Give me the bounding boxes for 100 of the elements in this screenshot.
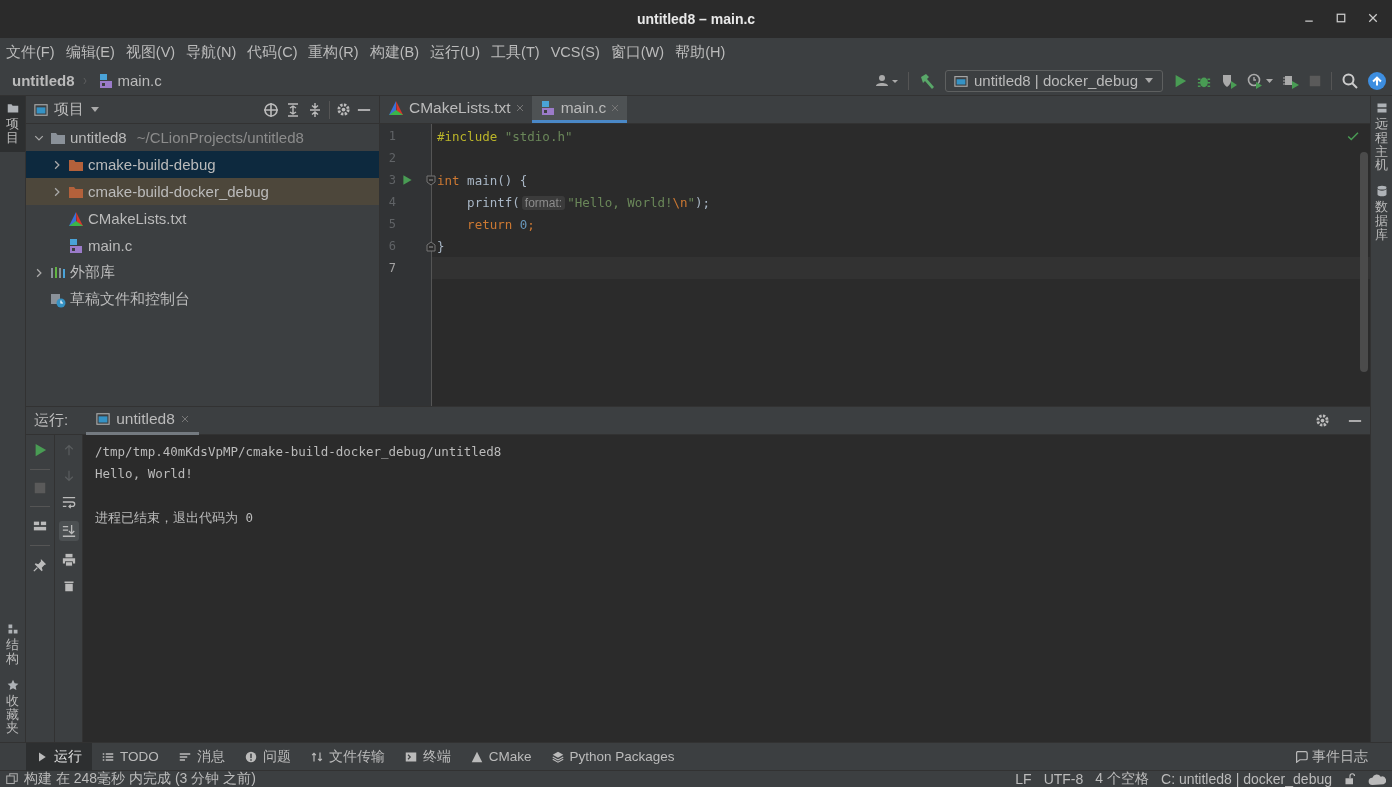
code-line: #include "stdio.h" [437,128,573,144]
tree-item[interactable]: cmake-build-debug [26,151,379,178]
cmake-icon [68,210,84,227]
soft-wrap-icon[interactable] [61,495,76,509]
console-line: 进程已结束，退出代码为 0 [95,509,255,527]
breadcrumb-item[interactable]: main.c [117,72,162,89]
print-icon[interactable] [61,553,76,567]
scratch-file-icon [50,291,66,308]
window-icon [6,773,18,785]
close-icon[interactable] [1368,13,1378,23]
tool-window-button[interactable]: 项目 [0,96,25,152]
menu-item[interactable]: VCS(S) [550,44,600,60]
menu-item[interactable]: 视图(V) [125,42,176,62]
trash-icon[interactable] [62,579,75,593]
cloud-gear-icon [1368,772,1386,786]
tool-window-tab[interactable]: 终端 [394,742,461,771]
tree-item[interactable]: untitled8 ~/CLionProjects/untitled8 [26,124,379,151]
fold-start-icon[interactable] [426,175,436,186]
menu-item[interactable]: 运行(U) [429,42,481,62]
tool-window-button[interactable]: 结构 [0,617,25,673]
settings-icon[interactable] [336,102,351,117]
window-icon [96,412,111,426]
close-icon [515,104,524,112]
panel-icon [34,102,48,117]
users-icon[interactable] [875,73,898,88]
settings-icon[interactable] [1315,413,1330,428]
menu-item[interactable]: 构建(B) [369,42,419,62]
library-icon [50,264,66,281]
window-title: untitled8 – main.c [636,11,756,27]
tree-item[interactable]: main.c [26,232,379,259]
line-number: 7 [387,261,396,275]
tool-window-tab[interactable]: TODO [92,742,169,771]
event-log-link[interactable]: 事件日志 [1312,747,1368,766]
layout-icon[interactable] [33,519,47,533]
status-item[interactable]: LF [1015,771,1032,787]
tool-window-tab[interactable]: Python Packages [541,742,685,771]
fold-end-icon[interactable] [426,241,436,252]
status-item[interactable]: C: untitled8 | docker_debug [1161,771,1332,787]
status-item[interactable]: UTF-8 [1043,771,1084,787]
run-icon[interactable] [33,443,47,457]
close-icon [611,104,620,112]
scroll-to-end-icon[interactable] [61,524,76,538]
panel-title[interactable]: 项目 [54,100,84,119]
collapse-all-icon[interactable] [307,101,323,118]
c-file-icon [68,237,84,254]
status-item[interactable]: 4 个空格 [1095,771,1149,787]
scrollbar[interactable] [1360,152,1368,372]
database-icon [1375,185,1388,197]
structure-icon [6,623,19,636]
shield-run-icon[interactable] [1221,72,1237,89]
tool-window-tab[interactable]: 问题 [234,742,301,771]
tool-window-tab[interactable]: CMake [460,742,542,771]
server-icon [1375,102,1388,114]
tool-window-tab[interactable]: 运行 [26,742,92,771]
run-configuration-dropdown[interactable]: untitled8 | docker_debug [944,69,1163,92]
tool-window-button[interactable]: 远程主机 [1371,96,1392,179]
expand-all-icon[interactable] [285,101,301,118]
tool-window-tab[interactable]: 消息 [168,742,235,771]
c-file-icon [539,100,556,116]
menu-item[interactable]: 代码(C) [247,42,298,62]
code-line: int main() { [437,172,528,188]
pin-icon[interactable] [33,558,47,572]
star-icon [6,678,19,691]
cmake-icon [388,100,404,116]
menu-item[interactable]: 工具(T) [491,42,540,62]
tool-window-button[interactable]: 收藏夹 [0,672,25,742]
menu-item[interactable]: 重构(R) [308,42,359,62]
message-lines-icon [178,750,191,763]
chevron-right-icon [52,159,62,170]
search-icon[interactable] [1342,72,1358,89]
editor-tab[interactable]: CMakeLists.txt [380,96,532,123]
menu-item[interactable]: 窗口(W) [610,42,665,62]
tree-item[interactable]: 外部库 [26,259,379,286]
panel-title: 运行: [34,411,69,430]
close-icon [180,415,189,423]
play-icon [36,750,48,763]
hammer-icon[interactable] [918,72,935,89]
list-icon [102,750,114,763]
tree-item[interactable]: cmake-build-docker_debug [26,178,379,205]
menu-item[interactable]: 导航(N) [186,42,237,62]
tool-window-button[interactable]: 数据库 [1371,179,1392,249]
locate-icon[interactable] [263,101,279,118]
run-icon[interactable] [1173,73,1187,88]
folder-icon [6,102,19,114]
tool-window-tab[interactable]: 文件传输 [300,742,395,771]
warning-circle-icon [244,750,257,763]
tree-item[interactable]: 草稿文件和控制台 [26,286,379,313]
update-icon[interactable] [1368,71,1386,90]
console-line: Hello, World! [95,465,194,483]
menu-item[interactable]: 编辑(E) [65,42,115,62]
maximize-icon[interactable] [1336,13,1346,23]
menu-item[interactable]: 帮助(H) [675,42,726,62]
tree-item[interactable]: CMakeLists.txt [26,205,379,232]
clock-run-icon[interactable] [1247,72,1273,89]
status-message: 构建 在 248毫秒 内完成 (3 分钟 之前) [24,771,256,787]
triangle-icon [470,750,483,763]
breadcrumb-item[interactable]: untitled8 [12,72,75,89]
menu-item[interactable]: 文件(F) [6,42,55,62]
editor-tab[interactable]: main.c [531,96,628,123]
run-icon[interactable] [402,174,413,186]
